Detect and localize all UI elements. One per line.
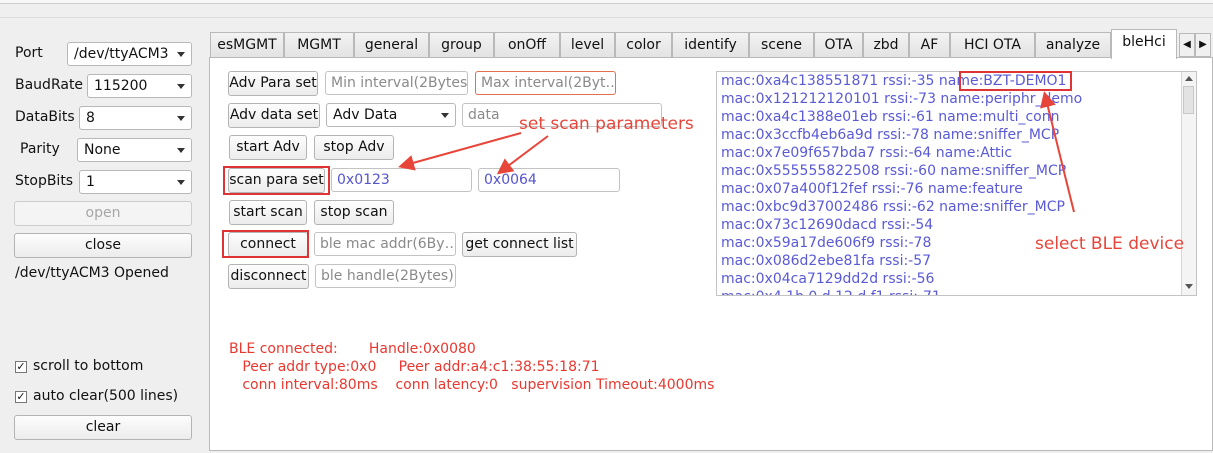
chevron-down-icon [441,113,449,118]
databits-value: 8 [86,110,95,126]
databits-label: DataBits [15,109,75,125]
device-highlight-box [959,71,1072,91]
device-list-scrollbar[interactable] [1181,72,1196,295]
get-connect-list-button[interactable]: get connect list [462,232,577,257]
chevron-down-icon [177,84,185,89]
scroll-up-icon[interactable] [1185,76,1193,81]
set-scan-annotation: set scan parameters [519,114,694,134]
stop-scan-button[interactable]: stop scan [314,200,394,225]
stopbits-select[interactable]: 1 [79,170,192,194]
scroll-down-icon[interactable] [1185,284,1193,289]
port-select[interactable]: /dev/ttyACM3 [67,42,192,66]
connect-highlight-box [222,230,309,258]
tab-color[interactable]: color [615,32,672,58]
baudrate-value: 115200 [94,78,148,94]
list-item[interactable]: mac:0x73c12690dacd rssi:-54 [721,216,1082,234]
list-item[interactable]: mac:0x086d2ebe81fa rssi:-57 [721,252,1082,270]
baudrate-select[interactable]: 115200 [87,74,192,98]
connection-status: /dev/ttyACM3 Opened [15,265,169,281]
device-list[interactable]: mac:0xa4c138551871 rssi:-35 name:BZT-DEM… [716,71,1197,296]
tab-zbd[interactable]: zbd [863,32,909,58]
ble-handle-input[interactable]: ble handle(2Bytes) [315,264,456,288]
list-item[interactable]: mac:0xbc9d37002486 rssi:-62 name:sniffer… [721,198,1082,216]
ble-mac-input[interactable]: ble mac addr(6By… [314,232,456,256]
list-item[interactable]: mac:0x59a17de606f9 rssi:-78 [721,234,1082,252]
list-item[interactable]: mac:0x07a400f12fef rssi:-76 name:feature [721,180,1082,198]
tab-level[interactable]: level [560,32,615,58]
list-item[interactable]: mac:0x7e09f657bda7 rssi:-64 name:Attic [721,144,1082,162]
parity-select[interactable]: None [77,138,192,162]
chevron-down-icon [177,148,185,153]
scan-window-input[interactable]: 0x0064 [478,168,620,192]
chevron-down-icon [177,180,185,185]
log-line: Peer addr type:0x0 Peer addr:a4:c1:38:55… [229,359,600,375]
list-item[interactable]: mac:0x4 1b 0 d 12 d f1 rssi:-71 [721,288,1082,295]
list-item[interactable]: mac:0xa4c1388e01eb rssi:-61 name:multi_c… [721,108,1082,126]
tab-bar: esMGMT MGMT general group onOff level co… [210,29,1213,59]
select-ble-annotation: select BLE device [1035,234,1185,254]
chevron-down-icon [177,116,185,121]
tab-scene[interactable]: scene [749,32,814,58]
scroll-to-bottom-checkbox[interactable]: ✓ [15,361,27,373]
scroll-to-bottom-label: scroll to bottom [33,358,144,374]
tab-group[interactable]: group [429,32,494,58]
tab-mgmt[interactable]: MGMT [284,32,354,58]
clear-button[interactable]: clear [14,415,192,440]
tab-blehci[interactable]: bleHci [1111,29,1177,59]
baudrate-label: BaudRate [15,77,84,93]
log-line: conn interval:80ms conn latency:0 superv… [229,377,715,393]
adv-para-set-button[interactable]: Adv Para set [228,71,318,96]
device-list-rows: mac:0xa4c138551871 rssi:-35 name:BZT-DEM… [721,72,1082,295]
parity-value: None [84,142,121,158]
port-value: /dev/ttyACM3 [74,46,169,62]
list-item[interactable]: mac:0x121212120101 rssi:-73 name:periphr… [721,90,1082,108]
tab-ota[interactable]: OTA [814,32,863,58]
adv-data-set-button[interactable]: Adv data set [228,103,320,128]
scan-para-highlight-box [223,166,330,195]
parity-label: Parity [20,141,60,157]
min-interval-input[interactable]: Min interval(2Bytes) [325,71,468,95]
start-adv-button[interactable]: start Adv [229,135,307,160]
start-scan-button[interactable]: start scan [229,200,307,225]
max-interval-input[interactable]: Max interval(2Byt… [475,71,616,95]
adv-data-select-value: Adv Data [333,107,398,123]
tab-scroll-right-icon[interactable]: ▶ [1195,33,1211,57]
open-button[interactable]: open [14,201,192,226]
list-item[interactable]: mac:0x555555822508 rssi:-60 name:sniffer… [721,162,1082,180]
stopbits-value: 1 [86,174,95,190]
scrollbar-thumb[interactable] [1183,86,1194,114]
list-item[interactable]: mac:0x04ca7129dd2d rssi:-56 [721,270,1082,288]
disconnect-button[interactable]: disconnect [228,264,309,289]
close-button[interactable]: close [14,233,192,258]
tab-af[interactable]: AF [909,32,950,58]
tab-esmgmt[interactable]: esMGMT [210,32,284,58]
log-line: BLE connected: Handle:0x0080 [229,341,476,357]
tab-general[interactable]: general [354,32,429,58]
port-label: Port [15,45,43,61]
auto-clear-label: auto clear(500 lines) [33,388,179,404]
stopbits-label: StopBits [15,173,74,189]
tab-identify[interactable]: identify [672,32,749,58]
auto-clear-checkbox[interactable]: ✓ [15,391,27,403]
tab-analyze[interactable]: analyze [1035,32,1111,58]
window-top-edge [0,0,1213,4]
chevron-down-icon [177,52,185,57]
adv-data-select[interactable]: Adv Data [326,103,456,127]
tab-scroll-left-icon[interactable]: ◀ [1179,33,1195,57]
scan-interval-input[interactable]: 0x0123 [331,168,472,192]
databits-select[interactable]: 8 [79,106,192,130]
list-item[interactable]: mac:0x3ccfb4eb6a9d rssi:-78 name:sniffer… [721,126,1082,144]
stop-adv-button[interactable]: stop Adv [314,135,394,160]
toolbar-divider [0,17,1213,18]
tab-onoff[interactable]: onOff [494,32,560,58]
tab-hci-ota[interactable]: HCI OTA [950,32,1035,58]
